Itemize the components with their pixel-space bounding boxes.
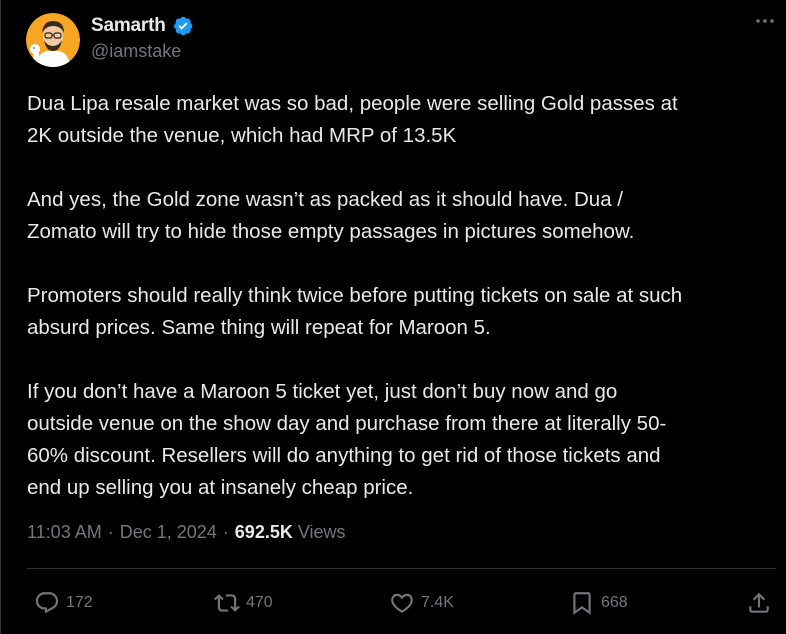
divider: [27, 568, 776, 569]
avatar-illustration: [26, 13, 80, 67]
repost-button[interactable]: 470: [214, 584, 273, 622]
author-name-row: Samarth: [91, 13, 194, 39]
share-icon: [749, 592, 769, 613]
meta-separator: ·: [222, 522, 229, 542]
tweet-paragraph: And yes, the Gold zone wasn’t as packed …: [27, 188, 635, 243]
share-button[interactable]: [746, 584, 772, 622]
reply-button[interactable]: 172: [34, 584, 93, 622]
tweet-paragraph: Promoters should really think twice befo…: [27, 284, 683, 339]
author-display-name[interactable]: Samarth: [91, 15, 166, 37]
repost-icon: [214, 594, 240, 612]
views-label: Views: [297, 522, 346, 542]
action-bar: 172 470 7.4K 668: [1, 584, 786, 622]
bookmark-button[interactable]: 668: [569, 584, 628, 622]
tweet-card: Samarth @iamstake Dua Lipa resale market…: [0, 0, 786, 634]
bookmark-icon: [573, 592, 591, 615]
tweet-text: Dua Lipa resale market was so bad, peopl…: [27, 88, 785, 504]
avatar[interactable]: [26, 13, 80, 67]
views-count: 692.5K: [234, 522, 293, 542]
heart-icon: [391, 593, 413, 613]
tweet-paragraph: If you don’t have a Maroon 5 ticket yet,…: [27, 380, 667, 499]
bookmark-count: 668: [601, 594, 628, 611]
verified-badge-icon: [172, 15, 194, 37]
repost-count: 470: [246, 594, 273, 611]
reply-count: 172: [66, 594, 93, 611]
reply-icon: [35, 592, 59, 614]
like-count: 7.4K: [421, 594, 454, 611]
author-handle[interactable]: @iamstake: [91, 41, 181, 62]
tweet-paragraph: Dua Lipa resale market was so bad, peopl…: [27, 92, 678, 147]
tweet-time[interactable]: 11:03 AM: [27, 522, 102, 543]
like-button[interactable]: 7.4K: [389, 584, 454, 622]
meta-separator: ·: [107, 522, 114, 542]
tweet-date[interactable]: Dec 1, 2024: [120, 522, 217, 543]
more-horizontal-icon[interactable]: [754, 10, 776, 36]
tweet-meta: 11:03 AM · Dec 1, 2024 · 692.5K Views: [27, 522, 346, 543]
